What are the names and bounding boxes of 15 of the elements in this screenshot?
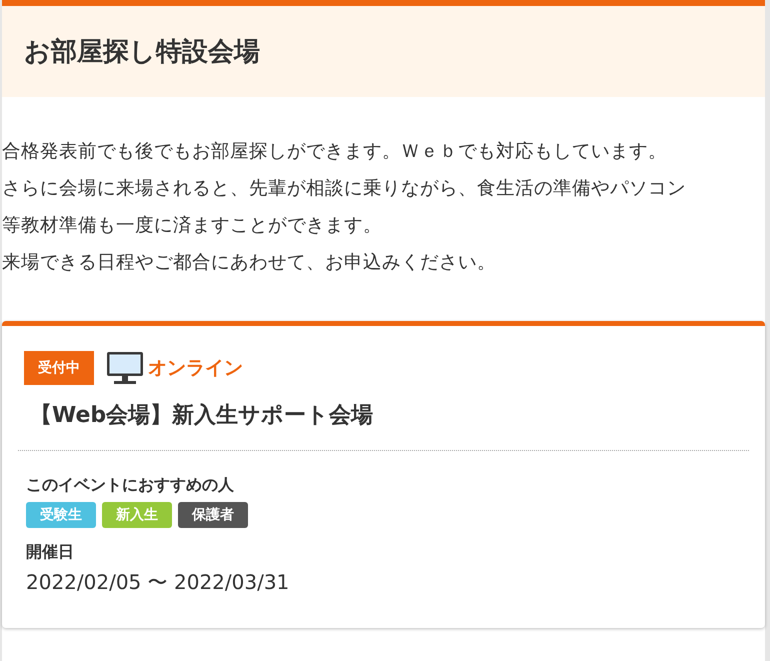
event-dates: 2022/02/05 〜 2022/03/31 [25,569,290,596]
audience-tag: 新入生 [102,502,172,528]
status-badge: 受付中 [24,351,94,385]
date-label: 開催日 [25,542,75,563]
intro-text: 来場できる日程やご都合にあわせて、お申込みください。 [2,251,497,275]
intro-text: さらに会場に来場されると、先輩が相談に乗りながら、食生活の準備やパソコン [2,177,687,201]
intro-text: 等教材準備も一度に済ますことができます。 [2,214,383,238]
audience-tag: 受験生 [26,502,96,528]
page-title: お部屋探し特設会場 [24,36,260,69]
intro-text: 合格発表前でも後でもお部屋探しができます。Ｗｅｂでも対応もしています。 [2,140,668,164]
event-title: 【Web会場】新入生サポート会場 [29,402,374,430]
monitor-icon [106,351,144,385]
audience-tag: 保護者 [178,502,248,528]
format-label: オンライン [148,356,243,381]
audience-label: このイベントにおすすめの人 [25,475,235,496]
